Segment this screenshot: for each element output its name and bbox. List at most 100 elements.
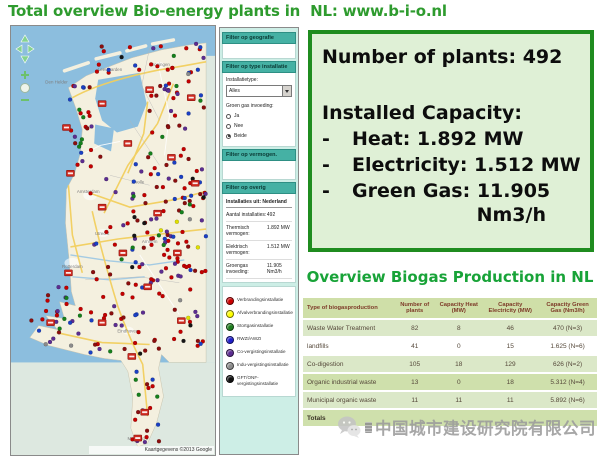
map-marker-verbranding[interactable] — [89, 164, 93, 168]
map-marker-stortgas[interactable] — [162, 243, 166, 247]
map-marker-verbranding-donker[interactable] — [154, 94, 158, 98]
map-marker-co-vergisting[interactable] — [141, 311, 145, 315]
map-marker-rwzi-awzi[interactable] — [90, 318, 94, 322]
map-marker-verbranding[interactable] — [153, 166, 157, 170]
map-marker-rwzi-awzi[interactable] — [171, 235, 175, 239]
map-marker-verbranding-donker[interactable] — [85, 126, 89, 130]
map-marker-co-vergisting[interactable] — [139, 170, 143, 174]
map-marker-verbranding-donker[interactable] — [198, 192, 202, 196]
map-marker-co-vergisting[interactable] — [51, 337, 55, 341]
map-marker-afvalverbranding[interactable] — [186, 316, 190, 320]
map-marker-verbranding[interactable] — [134, 283, 138, 287]
netherlands-map[interactable]: GroningenLeeuwardenDen HelderAmsterdamUt… — [11, 26, 215, 455]
installatietype-select[interactable]: Alles — [226, 85, 292, 97]
map-marker-verbranding-donker[interactable] — [109, 311, 113, 315]
map-marker-co-vergisting[interactable] — [98, 347, 102, 351]
zoom-in-icon[interactable] — [21, 71, 29, 79]
map-marker-verbranding-donker[interactable] — [143, 349, 147, 353]
map-marker-rwzi-awzi[interactable] — [163, 237, 167, 241]
map-marker-verbranding-donker[interactable] — [152, 339, 156, 343]
map-marker-rwzi-awzi[interactable] — [37, 329, 41, 333]
map-marker-co-vergisting[interactable] — [165, 230, 169, 234]
map-marker-indu-vergisting[interactable] — [178, 298, 182, 302]
map-marker-verbranding-donker[interactable] — [164, 163, 168, 167]
map-marker-verbranding[interactable] — [173, 114, 177, 118]
radio-icon[interactable] — [226, 134, 231, 139]
map-marker-verbranding[interactable] — [128, 45, 132, 49]
radio-option-ja[interactable]: Ja — [226, 113, 292, 119]
map-marker-stortgas[interactable] — [157, 233, 161, 237]
map-marker-rwzi-awzi[interactable] — [68, 321, 72, 325]
map-marker-verbranding[interactable] — [89, 191, 93, 195]
map-marker-stortgas[interactable] — [160, 135, 164, 139]
map-marker-stortgas[interactable] — [134, 378, 138, 382]
map-marker-rwzi-awzi[interactable] — [179, 175, 183, 179]
map-marker-rwzi-awzi[interactable] — [204, 234, 208, 238]
map-marker-verbranding[interactable] — [149, 237, 153, 241]
map-marker-co-vergisting[interactable] — [104, 177, 108, 181]
map-marker-verbranding-donker[interactable] — [187, 157, 191, 161]
map-marker-indu-vergisting[interactable] — [44, 342, 48, 346]
map-marker-co-vergisting[interactable] — [154, 217, 158, 221]
map-marker-verbranding[interactable] — [161, 294, 165, 298]
map-marker-verbranding[interactable] — [182, 147, 186, 151]
map-marker-stortgas[interactable] — [81, 115, 85, 119]
map-pan-zoom-control[interactable] — [14, 32, 36, 106]
map-marker-rwzi-awzi[interactable] — [68, 98, 72, 102]
map-marker-co-vergisting[interactable] — [193, 310, 197, 314]
map-marker-verbranding[interactable] — [146, 386, 150, 390]
map-marker-stortgas[interactable] — [58, 327, 62, 331]
pan-right-icon[interactable] — [28, 45, 34, 53]
map-marker-verbranding-donker[interactable] — [202, 106, 206, 110]
map-marker-co-vergisting[interactable] — [143, 440, 147, 444]
map-marker-verbranding[interactable] — [131, 209, 135, 213]
map-marker-verbranding-donker[interactable] — [144, 201, 148, 205]
map-marker-verbranding-donker[interactable] — [145, 429, 149, 433]
map-marker-verbranding[interactable] — [133, 418, 137, 422]
pan-down-icon[interactable] — [21, 56, 29, 63]
map-marker-stortgas[interactable] — [78, 314, 82, 318]
map-marker-stortgas[interactable] — [120, 257, 124, 261]
map-marker-rwzi-awzi[interactable] — [173, 197, 177, 201]
map-marker-afvalverbranding[interactable] — [196, 245, 200, 249]
map-marker-verbranding[interactable] — [104, 230, 108, 234]
map-marker-verbranding[interactable] — [169, 275, 173, 279]
map-marker-verbranding[interactable] — [170, 66, 174, 70]
map-marker-verbranding-donker[interactable] — [88, 85, 92, 89]
radio-option-nee[interactable]: Nee — [226, 123, 292, 129]
map-marker-stortgas[interactable] — [137, 393, 141, 397]
map-marker-verbranding-donker[interactable] — [142, 246, 146, 250]
pan-left-icon[interactable] — [16, 45, 22, 53]
map-marker-verbranding-donker[interactable] — [46, 293, 50, 297]
map-marker-verbranding[interactable] — [131, 295, 135, 299]
filter-section-vermogen[interactable]: Filter op vermogen. — [222, 149, 296, 161]
map-marker-rwzi-awzi[interactable] — [132, 180, 136, 184]
map-marker-verbranding[interactable] — [65, 302, 69, 306]
map-marker-verbranding[interactable] — [149, 277, 153, 281]
map-marker-verbranding[interactable] — [108, 225, 112, 229]
map-marker-verbranding[interactable] — [149, 94, 153, 98]
map-marker-verbranding[interactable] — [97, 63, 101, 67]
map-marker-stortgas[interactable] — [77, 145, 81, 149]
map-marker-verbranding[interactable] — [188, 287, 192, 291]
map-marker-gft-onf[interactable] — [120, 55, 124, 59]
map-marker-verbranding[interactable] — [145, 230, 149, 234]
map-marker-co-vergisting[interactable] — [167, 89, 171, 93]
map-marker-co-vergisting[interactable] — [151, 46, 155, 50]
map-marker-rwzi-awzi[interactable] — [89, 350, 93, 354]
map-marker-verbranding[interactable] — [79, 307, 83, 311]
map-marker-verbranding[interactable] — [161, 185, 165, 189]
map-marker-verbranding[interactable] — [183, 186, 187, 190]
map-marker-verbranding[interactable] — [145, 435, 149, 439]
map-marker-co-vergisting[interactable] — [121, 223, 125, 227]
map-marker-gft-onf[interactable] — [133, 215, 137, 219]
map-marker-verbranding[interactable] — [79, 111, 83, 115]
map-marker-verbranding[interactable] — [95, 277, 99, 281]
dropdown-arrow-icon[interactable] — [282, 86, 291, 96]
map-marker-verbranding-donker[interactable] — [73, 141, 77, 145]
map-marker-verbranding[interactable] — [200, 270, 204, 274]
map-marker-stortgas[interactable] — [108, 349, 112, 353]
map-marker-verbranding[interactable] — [195, 169, 199, 173]
map-marker-rwzi-awzi[interactable] — [81, 85, 85, 89]
map-marker-verbranding[interactable] — [46, 299, 50, 303]
